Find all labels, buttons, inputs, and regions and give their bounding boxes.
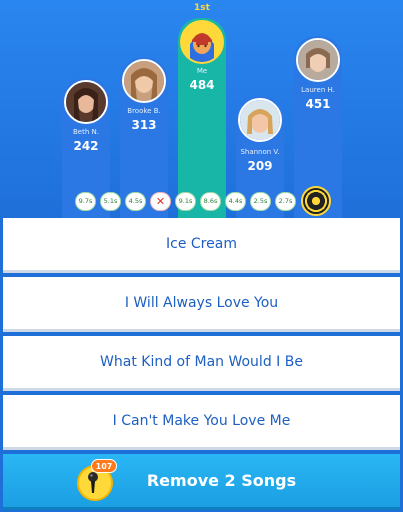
player-score: 484 <box>189 78 215 92</box>
player-pillar-me: Me 484 <box>178 18 226 218</box>
player-score: 209 <box>247 159 273 173</box>
round-timeline: 9.7s 5.1s 4.5s ✕ 9.1s 8.6s 4.4s 2.5s 2.7… <box>75 186 331 216</box>
answer-option[interactable]: What Kind of Man Would I Be <box>3 336 400 391</box>
answer-option[interactable]: I Will Always Love You <box>3 277 400 332</box>
round-time-chip: 4.4s <box>225 191 246 211</box>
player-name: Me <box>196 67 208 75</box>
avatar <box>296 38 340 82</box>
avatar <box>180 20 224 64</box>
answer-option[interactable]: I Can't Make You Love Me <box>3 395 400 450</box>
round-time-chip: 4.5s <box>125 191 146 211</box>
round-time-chip: 8.6s <box>200 191 221 211</box>
microphone-icon <box>88 472 98 493</box>
player-score: 313 <box>131 118 157 132</box>
round-time-chip: 5.1s <box>100 191 121 211</box>
player-name: Brooke B. <box>127 107 161 115</box>
powerup-badge: 107 <box>73 459 117 507</box>
answer-option[interactable]: Ice Cream <box>3 218 400 273</box>
avatar <box>238 98 282 142</box>
round-time-chip: 2.5s <box>250 191 271 211</box>
player-score: 451 <box>305 97 331 111</box>
powerup-count-badge: 107 <box>91 459 117 473</box>
avatar <box>64 80 108 124</box>
leaderboard-area: 1st Beth N. 242 Brooke B. 313 Me 484 Sha… <box>0 0 403 218</box>
remove-songs-label: Remove 2 Songs <box>146 471 297 490</box>
player-name: Shannon V. <box>240 148 280 156</box>
first-place-label: 1st <box>194 3 210 13</box>
avatar <box>122 59 166 103</box>
player-name: Lauren H. <box>301 86 335 94</box>
remove-songs-button[interactable]: Remove 2 Songs <box>3 454 400 510</box>
round-time-chip: 2.7s <box>275 191 296 211</box>
round-time-chip: 9.7s <box>75 191 96 211</box>
vinyl-record-icon <box>301 186 331 216</box>
player-score: 242 <box>73 139 99 153</box>
player-name: Beth N. <box>73 128 99 136</box>
round-wrong-chip: ✕ <box>150 191 171 211</box>
round-time-chip: 9.1s <box>175 191 196 211</box>
